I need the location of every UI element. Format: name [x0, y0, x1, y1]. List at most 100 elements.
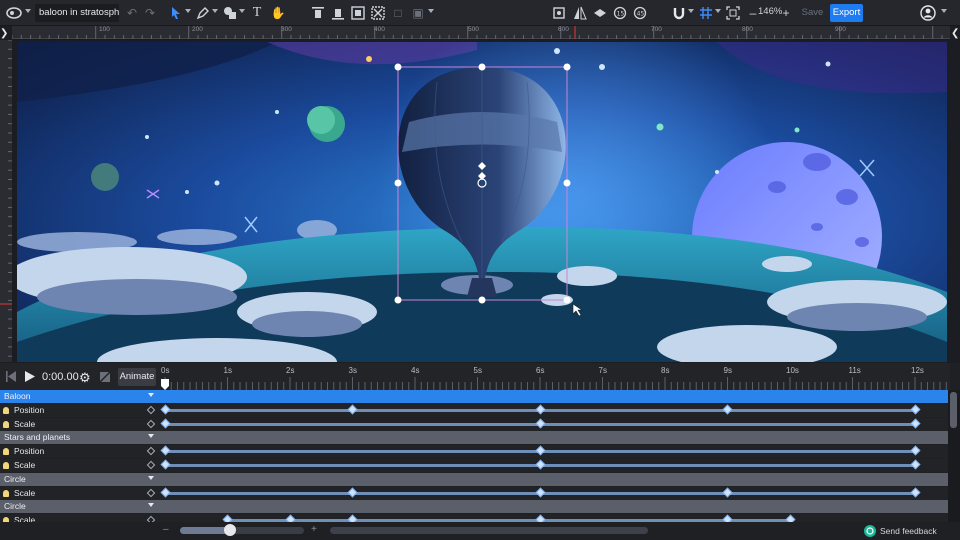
keyframe-diamond[interactable]	[160, 404, 170, 415]
keyframe-diamond[interactable]	[160, 418, 170, 429]
keyframe-diamond[interactable]	[910, 459, 920, 470]
keyframe-diamond[interactable]	[347, 404, 358, 415]
send-feedback-link[interactable]: Send feedback	[880, 526, 937, 536]
property-label: Scale	[14, 460, 36, 470]
visibility-bulb-icon[interactable]	[3, 420, 9, 428]
property-track-row[interactable]: Scale	[0, 486, 948, 500]
crop-icon[interactable]	[551, 5, 567, 21]
mask-icon[interactable]	[592, 5, 608, 21]
keyframe-diamond[interactable]	[910, 404, 920, 415]
align-top-icon[interactable]	[310, 5, 326, 21]
text-tool-icon[interactable]: T	[249, 5, 265, 21]
boolean-icon[interactable]: □	[390, 5, 406, 21]
timeline-zoom-out-button[interactable]: –	[163, 524, 169, 535]
add-keyframe-icon[interactable]	[146, 488, 156, 497]
app-logo-icon[interactable]	[6, 5, 22, 21]
arrange-icon[interactable]: ▣	[410, 5, 426, 21]
horizontal-ruler: 100 200 300 400 500 600 700 800 900	[12, 26, 950, 40]
visibility-bulb-icon[interactable]	[3, 489, 9, 497]
keyframe-diamond[interactable]	[910, 487, 920, 498]
document-name-input[interactable]: baloon in stratosphere	[35, 4, 119, 22]
property-track-row[interactable]: Scale	[0, 417, 948, 431]
chevron-down-icon[interactable]	[688, 9, 694, 13]
keyframe-diamond[interactable]	[535, 404, 545, 415]
align-group-icon[interactable]	[350, 5, 366, 21]
rotate-left-icon[interactable]: 15	[612, 5, 628, 21]
chevron-down-icon[interactable]	[941, 9, 947, 13]
timeline-zoom-slider[interactable]	[180, 524, 304, 536]
chevron-down-icon[interactable]	[25, 9, 31, 13]
keyframe-diamond[interactable]	[160, 445, 170, 456]
current-time[interactable]: 0:00.00	[42, 371, 79, 383]
keyframe-diamond[interactable]	[160, 487, 170, 498]
grid-icon[interactable]	[698, 5, 714, 21]
save-button[interactable]: Save	[797, 4, 828, 22]
add-keyframe-icon[interactable]	[146, 405, 156, 415]
visibility-bulb-icon[interactable]	[3, 462, 9, 469]
fit-icon[interactable]	[725, 5, 741, 21]
vertical-scrollbar[interactable]	[948, 390, 960, 522]
redo-icon[interactable]: ↷	[142, 5, 158, 21]
property-track-row[interactable]: Position	[0, 445, 948, 459]
add-keyframe-icon[interactable]	[146, 446, 156, 456]
layer-group-row[interactable]: Stars and planets	[0, 431, 948, 445]
keyframe-diamond[interactable]	[535, 487, 545, 498]
pointer-tool-icon[interactable]	[168, 5, 184, 21]
layer-group-row[interactable]: Circle	[0, 500, 948, 514]
property-track-row[interactable]: Scale	[0, 459, 948, 472]
animate-button[interactable]: Animate	[118, 368, 156, 386]
space-illustration[interactable]	[17, 42, 947, 362]
layer-group-row[interactable]: Baloon	[0, 390, 948, 403]
chevron-down-icon[interactable]	[148, 503, 154, 508]
visibility-bulb-icon[interactable]	[3, 406, 9, 414]
keyframe-diamond[interactable]	[722, 487, 733, 498]
chevron-down-icon[interactable]	[715, 9, 721, 13]
playhead-handle-icon[interactable]	[161, 379, 169, 390]
keyframe-diamond[interactable]	[535, 459, 545, 470]
keyframe-diamond[interactable]	[910, 445, 920, 456]
chevron-down-icon[interactable]	[185, 9, 191, 13]
add-keyframe-icon[interactable]	[146, 460, 156, 470]
keyframe-diamond[interactable]	[535, 418, 545, 429]
magnet-icon[interactable]	[671, 5, 687, 21]
keyframe-diamond[interactable]	[722, 404, 733, 415]
layer-group-row[interactable]: Circle	[0, 472, 948, 486]
keyframe-diamond[interactable]	[160, 459, 170, 470]
zoom-in-button[interactable]: +	[778, 5, 794, 21]
right-panel-toggle-icon[interactable]: ❮	[951, 28, 960, 42]
keyframe-diamond[interactable]	[535, 445, 545, 456]
easing-icon[interactable]	[99, 371, 111, 385]
timeline-zoom-in-button[interactable]: +	[311, 524, 317, 535]
chevron-down-icon[interactable]	[148, 475, 154, 480]
chevron-down-icon[interactable]	[148, 393, 154, 397]
feedback-icon[interactable]	[864, 525, 876, 537]
timeline-zoom-slider-thumb[interactable]	[223, 524, 236, 536]
visibility-bulb-icon[interactable]	[3, 448, 9, 456]
keyframe-diamond[interactable]	[910, 418, 920, 429]
keyframe-diamond[interactable]	[347, 487, 358, 498]
user-avatar-icon[interactable]	[920, 5, 936, 21]
timeline-ruler[interactable]: 0s 1s 2s 3s 4s 5s 6s 7s 8s 9s 10s 11s 12s	[160, 363, 950, 390]
pen-tool-icon[interactable]	[195, 5, 211, 21]
settings-gear-icon[interactable]: ⚙	[79, 370, 91, 386]
timeline-tick-label: 12s	[911, 366, 924, 375]
artboard-canvas[interactable]	[17, 42, 947, 362]
property-track-row[interactable]: Position	[0, 403, 948, 417]
play-icon[interactable]	[25, 371, 35, 385]
add-keyframe-icon[interactable]	[146, 419, 156, 428]
rotate-right-icon[interactable]: 45	[632, 5, 648, 21]
align-middle-icon[interactable]	[330, 5, 346, 21]
undo-icon[interactable]: ↶	[124, 5, 140, 21]
chevron-down-icon[interactable]	[239, 9, 245, 13]
chevron-down-icon[interactable]	[148, 434, 154, 439]
horizontal-scrollbar[interactable]	[330, 527, 648, 534]
hand-tool-icon[interactable]: ✋	[270, 5, 286, 21]
chevron-down-icon[interactable]	[428, 9, 434, 13]
skip-to-start-icon[interactable]	[6, 371, 16, 385]
scrollbar-thumb[interactable]	[950, 392, 957, 428]
chevron-down-icon[interactable]	[212, 9, 218, 13]
flip-icon[interactable]	[572, 5, 588, 21]
shape-tool-icon[interactable]	[222, 5, 238, 21]
export-button[interactable]: Export	[830, 4, 863, 22]
align-distribute-icon[interactable]	[370, 5, 386, 21]
